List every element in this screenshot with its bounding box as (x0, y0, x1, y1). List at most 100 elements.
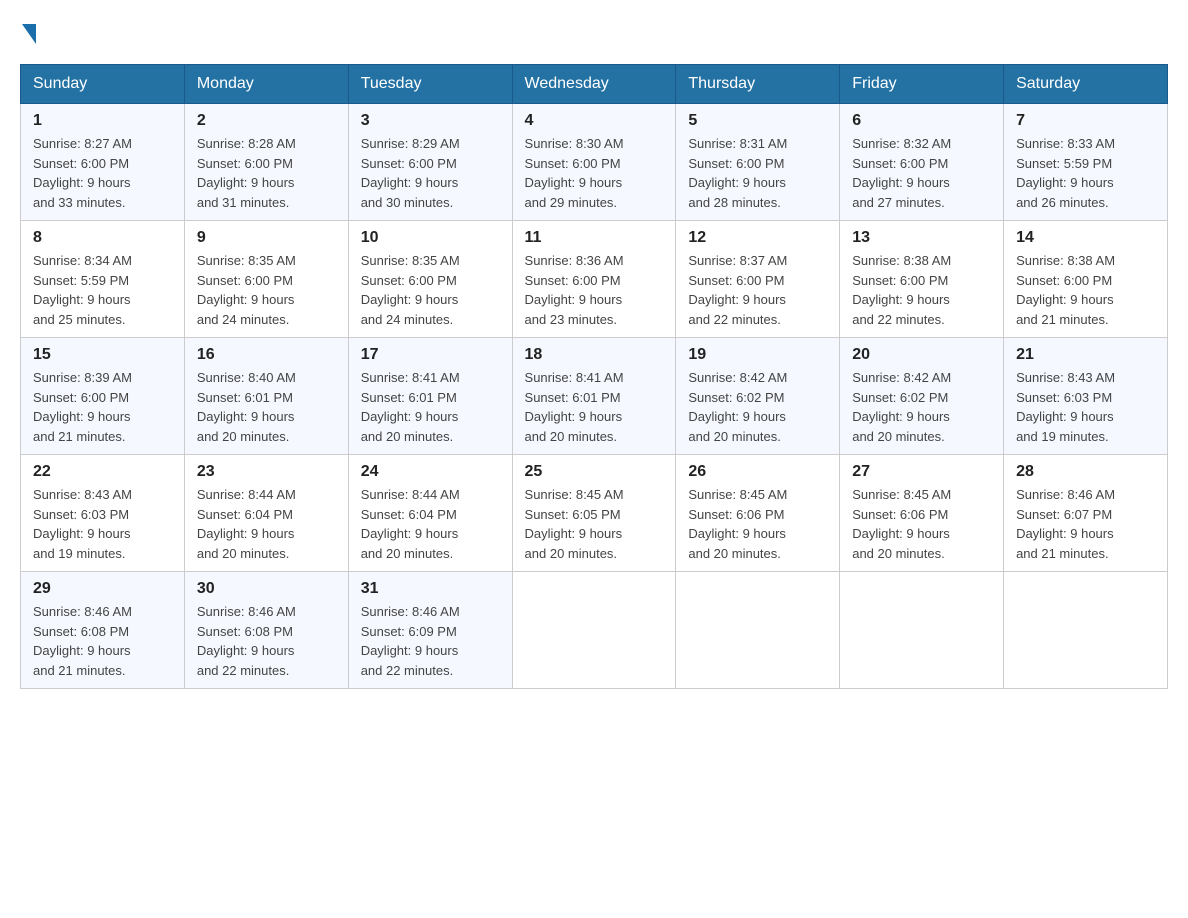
day-info: Sunrise: 8:31 AM Sunset: 6:00 PM Dayligh… (688, 134, 827, 212)
weekday-header-row: SundayMondayTuesdayWednesdayThursdayFrid… (21, 65, 1168, 104)
day-info: Sunrise: 8:44 AM Sunset: 6:04 PM Dayligh… (361, 485, 500, 563)
day-info: Sunrise: 8:40 AM Sunset: 6:01 PM Dayligh… (197, 368, 336, 446)
day-info: Sunrise: 8:32 AM Sunset: 6:00 PM Dayligh… (852, 134, 991, 212)
calendar-cell (1004, 572, 1168, 689)
day-number: 27 (852, 463, 991, 481)
day-info: Sunrise: 8:43 AM Sunset: 6:03 PM Dayligh… (1016, 368, 1155, 446)
calendar-cell: 19 Sunrise: 8:42 AM Sunset: 6:02 PM Dayl… (676, 338, 840, 455)
calendar-cell: 29 Sunrise: 8:46 AM Sunset: 6:08 PM Dayl… (21, 572, 185, 689)
day-number: 25 (525, 463, 664, 481)
day-number: 7 (1016, 112, 1155, 130)
day-number: 21 (1016, 346, 1155, 364)
day-number: 11 (525, 229, 664, 247)
calendar-cell: 21 Sunrise: 8:43 AM Sunset: 6:03 PM Dayl… (1004, 338, 1168, 455)
day-info: Sunrise: 8:38 AM Sunset: 6:00 PM Dayligh… (852, 251, 991, 329)
weekday-header-saturday: Saturday (1004, 65, 1168, 104)
calendar-cell: 27 Sunrise: 8:45 AM Sunset: 6:06 PM Dayl… (840, 455, 1004, 572)
day-info: Sunrise: 8:29 AM Sunset: 6:00 PM Dayligh… (361, 134, 500, 212)
day-number: 17 (361, 346, 500, 364)
calendar-cell (676, 572, 840, 689)
day-info: Sunrise: 8:43 AM Sunset: 6:03 PM Dayligh… (33, 485, 172, 563)
day-number: 13 (852, 229, 991, 247)
day-number: 31 (361, 580, 500, 598)
weekday-header-tuesday: Tuesday (348, 65, 512, 104)
day-info: Sunrise: 8:44 AM Sunset: 6:04 PM Dayligh… (197, 485, 336, 563)
day-info: Sunrise: 8:35 AM Sunset: 6:00 PM Dayligh… (197, 251, 336, 329)
calendar-cell: 31 Sunrise: 8:46 AM Sunset: 6:09 PM Dayl… (348, 572, 512, 689)
day-number: 30 (197, 580, 336, 598)
day-number: 1 (33, 112, 172, 130)
calendar-cell (840, 572, 1004, 689)
calendar-cell: 10 Sunrise: 8:35 AM Sunset: 6:00 PM Dayl… (348, 221, 512, 338)
day-number: 19 (688, 346, 827, 364)
day-number: 4 (525, 112, 664, 130)
calendar-cell: 28 Sunrise: 8:46 AM Sunset: 6:07 PM Dayl… (1004, 455, 1168, 572)
calendar-cell: 7 Sunrise: 8:33 AM Sunset: 5:59 PM Dayli… (1004, 104, 1168, 221)
calendar-cell: 13 Sunrise: 8:38 AM Sunset: 6:00 PM Dayl… (840, 221, 1004, 338)
day-info: Sunrise: 8:30 AM Sunset: 6:00 PM Dayligh… (525, 134, 664, 212)
day-number: 16 (197, 346, 336, 364)
day-info: Sunrise: 8:46 AM Sunset: 6:08 PM Dayligh… (33, 602, 172, 680)
day-info: Sunrise: 8:42 AM Sunset: 6:02 PM Dayligh… (852, 368, 991, 446)
logo-arrow-icon (22, 24, 36, 44)
day-number: 26 (688, 463, 827, 481)
calendar-cell: 5 Sunrise: 8:31 AM Sunset: 6:00 PM Dayli… (676, 104, 840, 221)
day-number: 24 (361, 463, 500, 481)
day-number: 14 (1016, 229, 1155, 247)
calendar-cell: 1 Sunrise: 8:27 AM Sunset: 6:00 PM Dayli… (21, 104, 185, 221)
calendar-week-row: 22 Sunrise: 8:43 AM Sunset: 6:03 PM Dayl… (21, 455, 1168, 572)
day-info: Sunrise: 8:42 AM Sunset: 6:02 PM Dayligh… (688, 368, 827, 446)
day-number: 29 (33, 580, 172, 598)
calendar-cell: 3 Sunrise: 8:29 AM Sunset: 6:00 PM Dayli… (348, 104, 512, 221)
day-number: 20 (852, 346, 991, 364)
day-info: Sunrise: 8:45 AM Sunset: 6:06 PM Dayligh… (688, 485, 827, 563)
day-info: Sunrise: 8:37 AM Sunset: 6:00 PM Dayligh… (688, 251, 827, 329)
day-number: 23 (197, 463, 336, 481)
calendar-cell: 11 Sunrise: 8:36 AM Sunset: 6:00 PM Dayl… (512, 221, 676, 338)
calendar-cell: 23 Sunrise: 8:44 AM Sunset: 6:04 PM Dayl… (184, 455, 348, 572)
day-number: 22 (33, 463, 172, 481)
weekday-header-thursday: Thursday (676, 65, 840, 104)
day-number: 2 (197, 112, 336, 130)
calendar-cell: 17 Sunrise: 8:41 AM Sunset: 6:01 PM Dayl… (348, 338, 512, 455)
page-header (20, 20, 1168, 44)
calendar-cell: 12 Sunrise: 8:37 AM Sunset: 6:00 PM Dayl… (676, 221, 840, 338)
calendar-cell: 4 Sunrise: 8:30 AM Sunset: 6:00 PM Dayli… (512, 104, 676, 221)
calendar-week-row: 1 Sunrise: 8:27 AM Sunset: 6:00 PM Dayli… (21, 104, 1168, 221)
day-number: 8 (33, 229, 172, 247)
calendar-cell: 14 Sunrise: 8:38 AM Sunset: 6:00 PM Dayl… (1004, 221, 1168, 338)
day-number: 28 (1016, 463, 1155, 481)
calendar-cell: 18 Sunrise: 8:41 AM Sunset: 6:01 PM Dayl… (512, 338, 676, 455)
calendar-week-row: 8 Sunrise: 8:34 AM Sunset: 5:59 PM Dayli… (21, 221, 1168, 338)
day-number: 3 (361, 112, 500, 130)
weekday-header-sunday: Sunday (21, 65, 185, 104)
calendar-cell: 2 Sunrise: 8:28 AM Sunset: 6:00 PM Dayli… (184, 104, 348, 221)
day-number: 9 (197, 229, 336, 247)
weekday-header-friday: Friday (840, 65, 1004, 104)
calendar-cell: 30 Sunrise: 8:46 AM Sunset: 6:08 PM Dayl… (184, 572, 348, 689)
day-info: Sunrise: 8:35 AM Sunset: 6:00 PM Dayligh… (361, 251, 500, 329)
day-info: Sunrise: 8:34 AM Sunset: 5:59 PM Dayligh… (33, 251, 172, 329)
day-info: Sunrise: 8:46 AM Sunset: 6:09 PM Dayligh… (361, 602, 500, 680)
calendar-cell: 16 Sunrise: 8:40 AM Sunset: 6:01 PM Dayl… (184, 338, 348, 455)
calendar-cell: 26 Sunrise: 8:45 AM Sunset: 6:06 PM Dayl… (676, 455, 840, 572)
calendar-cell: 22 Sunrise: 8:43 AM Sunset: 6:03 PM Dayl… (21, 455, 185, 572)
day-info: Sunrise: 8:33 AM Sunset: 5:59 PM Dayligh… (1016, 134, 1155, 212)
calendar-cell (512, 572, 676, 689)
calendar-week-row: 15 Sunrise: 8:39 AM Sunset: 6:00 PM Dayl… (21, 338, 1168, 455)
day-number: 15 (33, 346, 172, 364)
day-number: 6 (852, 112, 991, 130)
day-info: Sunrise: 8:41 AM Sunset: 6:01 PM Dayligh… (525, 368, 664, 446)
calendar-cell: 6 Sunrise: 8:32 AM Sunset: 6:00 PM Dayli… (840, 104, 1004, 221)
calendar-table: SundayMondayTuesdayWednesdayThursdayFrid… (20, 64, 1168, 689)
day-info: Sunrise: 8:39 AM Sunset: 6:00 PM Dayligh… (33, 368, 172, 446)
logo (20, 20, 36, 44)
calendar-week-row: 29 Sunrise: 8:46 AM Sunset: 6:08 PM Dayl… (21, 572, 1168, 689)
day-number: 18 (525, 346, 664, 364)
day-info: Sunrise: 8:36 AM Sunset: 6:00 PM Dayligh… (525, 251, 664, 329)
calendar-cell: 20 Sunrise: 8:42 AM Sunset: 6:02 PM Dayl… (840, 338, 1004, 455)
weekday-header-wednesday: Wednesday (512, 65, 676, 104)
day-info: Sunrise: 8:41 AM Sunset: 6:01 PM Dayligh… (361, 368, 500, 446)
day-number: 10 (361, 229, 500, 247)
calendar-cell: 25 Sunrise: 8:45 AM Sunset: 6:05 PM Dayl… (512, 455, 676, 572)
